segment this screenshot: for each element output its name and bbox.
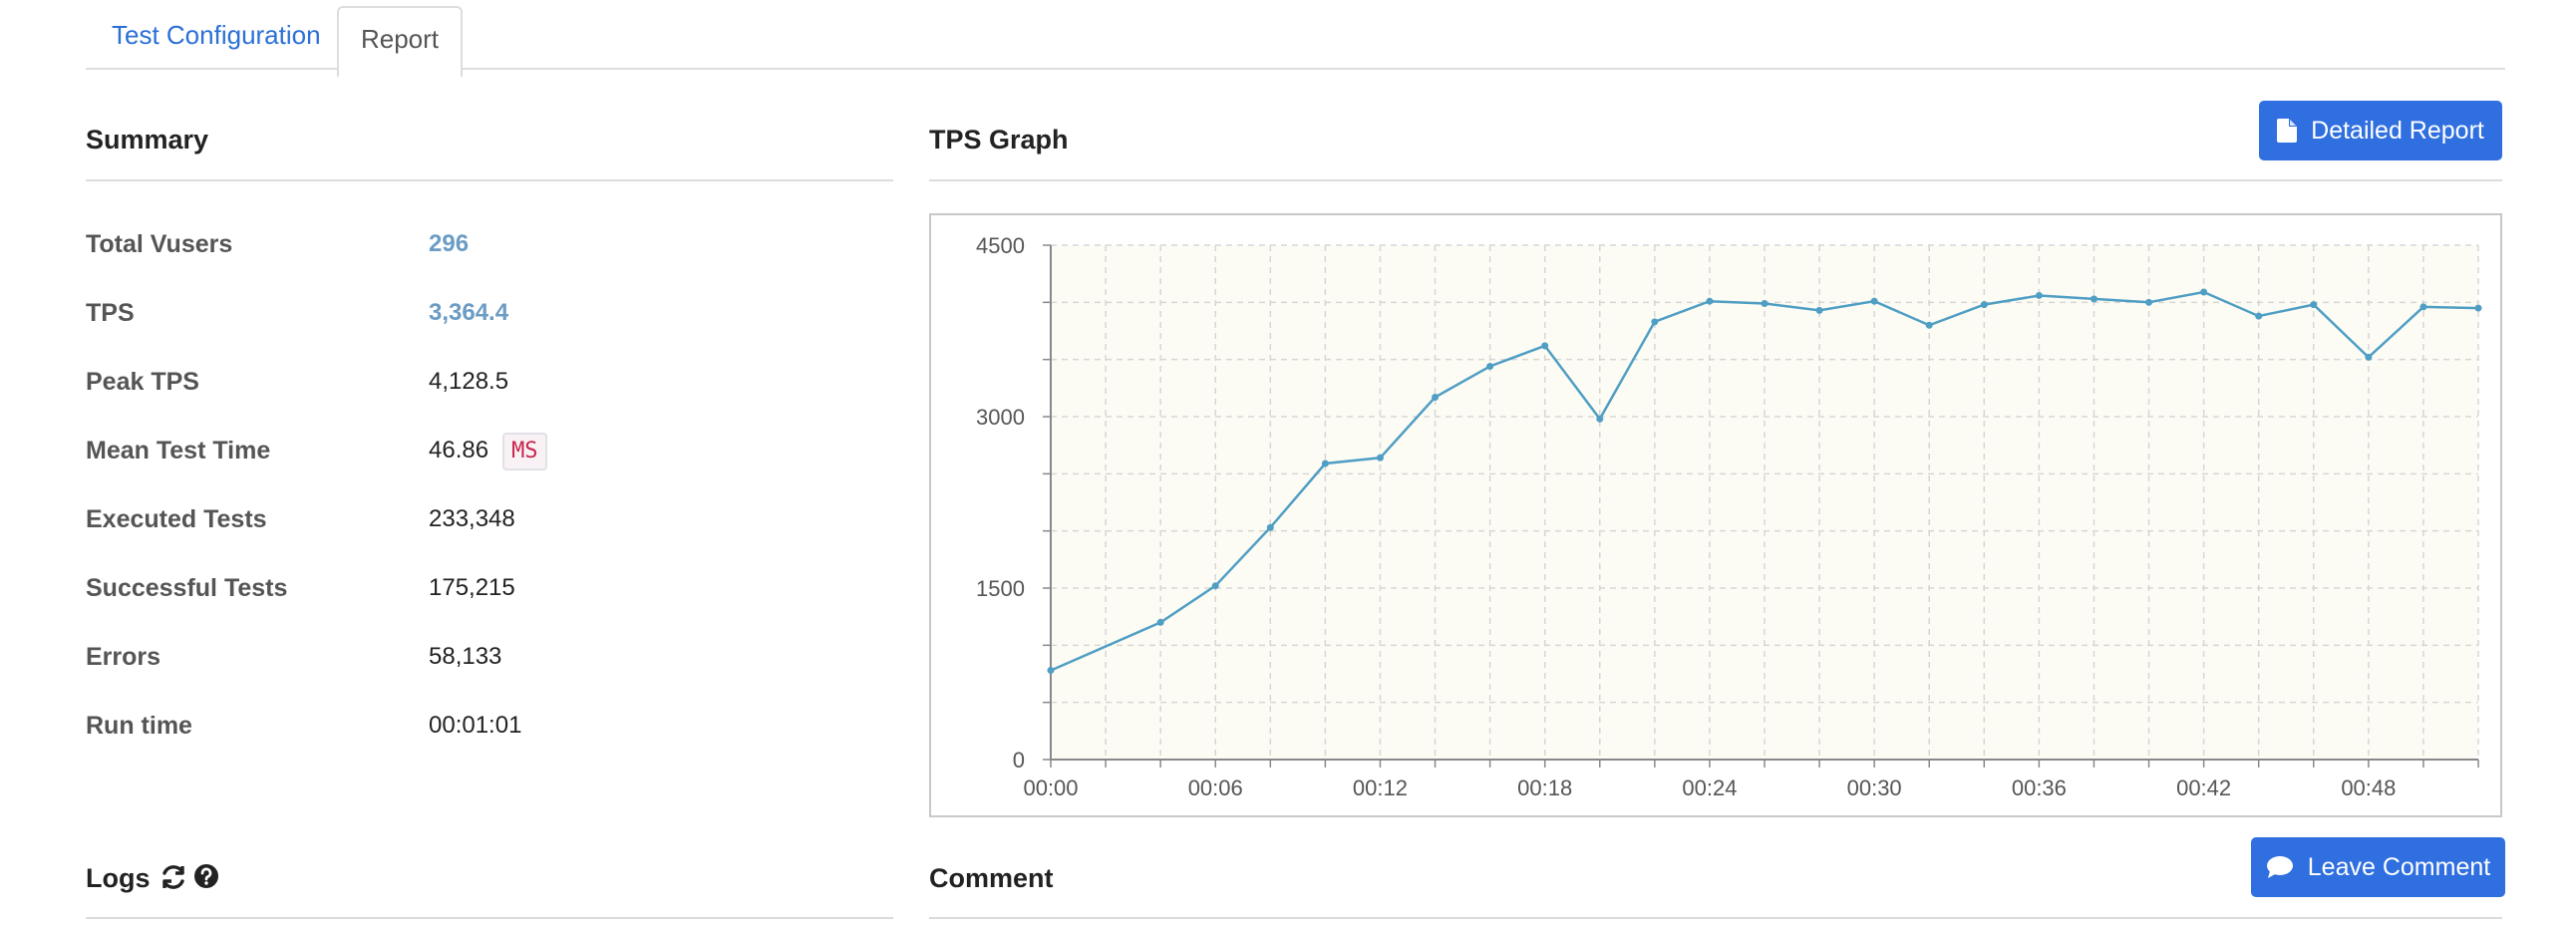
tps-data-point — [1486, 363, 1494, 371]
comment-icon — [2266, 856, 2293, 878]
logs-title: Logs — [86, 863, 151, 893]
x-tick-label: 00:36 — [2012, 775, 2067, 800]
tps-data-point — [2200, 288, 2208, 296]
tps-data-point — [1761, 299, 1769, 307]
summary-row-total-vusers: Total Vusers 296 — [86, 224, 883, 264]
tps-data-point — [1321, 460, 1329, 467]
executed-tests-value: 233,348 — [429, 505, 515, 532]
summary-divider — [86, 179, 893, 181]
tps-data-point — [1376, 454, 1384, 462]
y-tick-label: 0 — [1013, 748, 1025, 772]
tps-data-point — [1596, 415, 1604, 423]
mean-test-time: 46.86 MS — [429, 431, 547, 470]
summary-row-tps: TPS 3,364.4 — [86, 293, 883, 333]
tab-test-configuration[interactable]: Test Configuration — [86, 0, 347, 70]
y-tick-label: 3000 — [976, 405, 1025, 430]
errors-value: 58,133 — [429, 643, 502, 670]
summary-label: TPS — [86, 299, 135, 327]
summary-row-successful-tests: Successful Tests 175,215 — [86, 568, 883, 608]
tps-data-point — [2255, 312, 2263, 320]
tab-report[interactable]: Report — [337, 6, 463, 78]
tps-data-point — [1047, 667, 1055, 675]
detailed-report-button[interactable]: Detailed Report — [2259, 101, 2502, 160]
x-tick-label: 00:12 — [1353, 775, 1408, 800]
tps-data-point — [1870, 297, 1878, 305]
tps-data-point — [2035, 291, 2043, 299]
tab-bar: Test Configuration Report — [86, 0, 2505, 78]
x-tick-label: 00:00 — [1023, 775, 1078, 800]
x-tick-label: 00:18 — [1517, 775, 1572, 800]
successful-tests-value: 175,215 — [429, 574, 515, 601]
summary-label: Peak TPS — [86, 368, 199, 396]
run-time-value: 00:01:01 — [429, 712, 522, 739]
tps-data-point — [1651, 318, 1659, 326]
tps-data-point — [2090, 295, 2097, 303]
x-tick-label: 00:06 — [1188, 775, 1243, 800]
question-circle-icon[interactable] — [193, 863, 219, 889]
tps-data-point — [2474, 304, 2482, 312]
y-tick-label: 4500 — [976, 233, 1025, 258]
logs-divider — [86, 917, 893, 919]
x-tick-label: 00:24 — [1682, 775, 1737, 800]
summary-title: Summary — [86, 125, 209, 154]
tps-data-point — [1706, 297, 1714, 305]
file-icon — [2277, 119, 2298, 143]
tps-data-point — [1925, 321, 1933, 329]
tps-data-point — [2419, 303, 2427, 311]
summary-row-executed-tests: Executed Tests 233,348 — [86, 499, 883, 539]
summary-row-mean-test-time: Mean Test Time 46.86 MS — [86, 431, 883, 470]
tps-data-point — [1432, 394, 1440, 402]
tps-graph-divider — [929, 179, 2502, 181]
leave-comment-button[interactable]: Leave Comment — [2251, 837, 2505, 897]
leave-comment-label: Leave Comment — [2307, 852, 2491, 881]
y-tick-label: 1500 — [976, 576, 1025, 601]
tps-chart: 0 1500 3000 4500 00:00 00:06 00:12 00:18 00:24 00… — [976, 233, 2482, 800]
summary-row-errors: Errors 58,133 — [86, 637, 883, 677]
tps-data-point — [1815, 306, 1823, 314]
tps-data-point — [1211, 582, 1219, 590]
tps-data-point — [2145, 298, 2153, 306]
comment-divider — [929, 917, 2502, 919]
tps-graph-title: TPS Graph — [929, 125, 1069, 154]
tps-value: 3,364.4 — [429, 299, 509, 326]
total-vusers-value: 296 — [429, 230, 470, 257]
tps-data-point — [1980, 301, 1988, 309]
tps-data-point — [1266, 523, 1274, 531]
summary-row-peak-tps: Peak TPS 4,128.5 — [86, 362, 883, 402]
logs-icons — [160, 863, 219, 891]
summary-label: Errors — [86, 643, 161, 671]
unit-badge: MS — [502, 432, 547, 470]
x-tick-label: 00:30 — [1847, 775, 1902, 800]
detailed-report-label: Detailed Report — [2311, 116, 2484, 145]
tps-chart-container: 0 1500 3000 4500 00:00 00:06 00:12 00:18 00:24 00… — [929, 213, 2502, 817]
summary-row-run-time: Run time 00:01:01 — [86, 706, 883, 746]
tps-data-point — [1156, 618, 1164, 626]
tps-data-point — [2310, 301, 2318, 309]
x-tick-label: 00:48 — [2341, 775, 2396, 800]
x-tick-label: 00:42 — [2176, 775, 2231, 800]
comment-title: Comment — [929, 863, 1054, 893]
tps-data-point — [2365, 353, 2373, 361]
summary-label: Executed Tests — [86, 505, 267, 533]
summary-label: Mean Test Time — [86, 437, 271, 464]
summary-label: Successful Tests — [86, 574, 288, 602]
peak-tps-value: 4,128.5 — [429, 368, 509, 395]
refresh-icon[interactable] — [160, 863, 187, 891]
tps-data-point — [1541, 342, 1549, 350]
summary-label: Total Vusers — [86, 230, 233, 258]
summary-label: Run time — [86, 712, 192, 740]
mean-test-time-value: 46.86 — [429, 437, 489, 464]
